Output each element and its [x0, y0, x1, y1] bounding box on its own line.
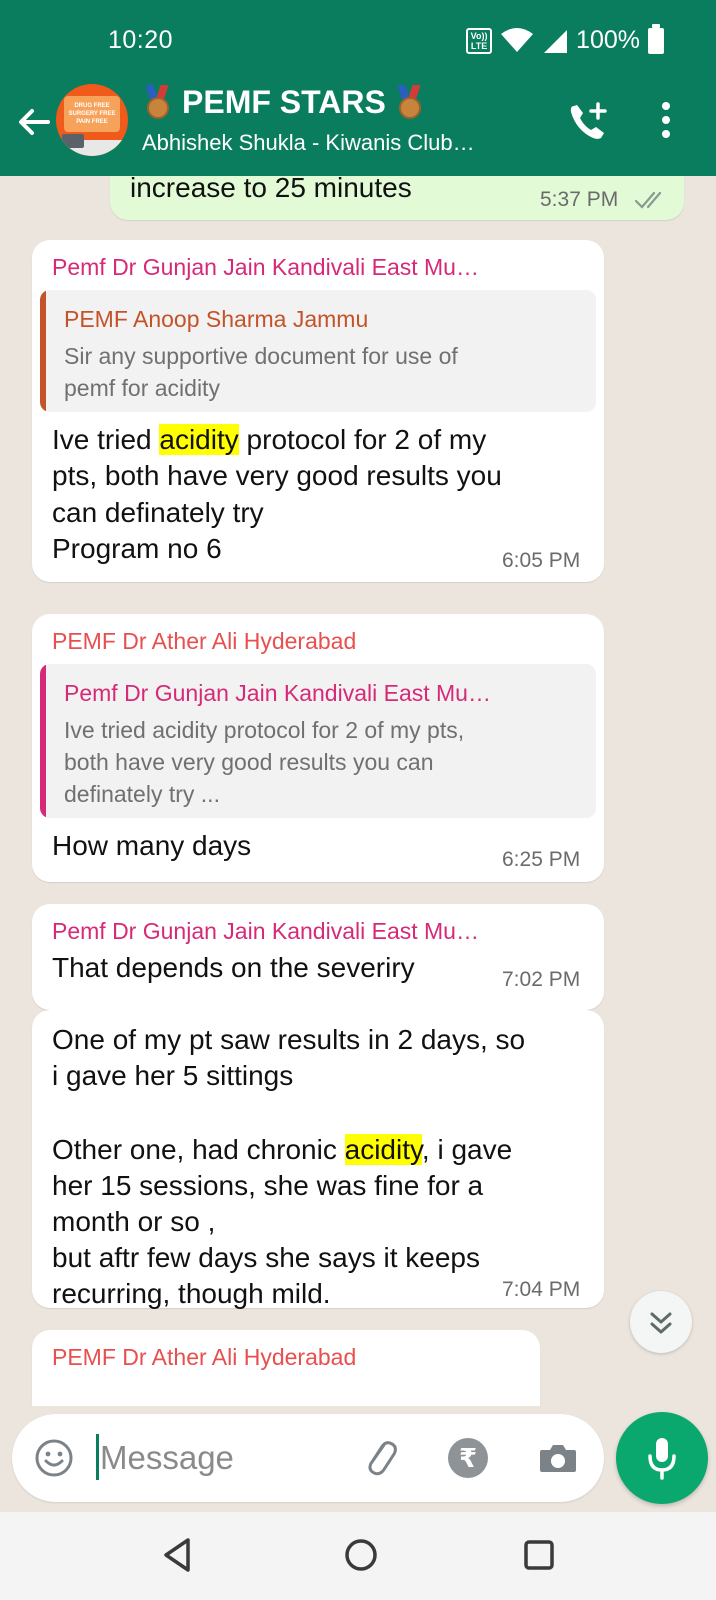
- quoted-sender: PEMF Anoop Sharma Jammu: [64, 306, 369, 332]
- scroll-to-bottom-button[interactable]: [630, 1291, 692, 1353]
- message-text: increase to 25 minutes: [130, 176, 412, 203]
- app-header: 10:20 Vo)) LTE 100% DRUG FREE SURGERY FR…: [0, 0, 716, 176]
- status-bar: 10:20 Vo)) LTE 100%: [0, 0, 716, 86]
- chat-header: DRUG FREE SURGERY FREE PAIN FREE PEMF ST…: [0, 80, 716, 176]
- group-title-text: PEMF STARS: [182, 84, 386, 120]
- quoted-text-line: definately try ...: [64, 781, 220, 807]
- message-bubble-incoming[interactable]: Pemf Dr Gunjan Jain Kandivali East Mu… T…: [32, 904, 604, 1010]
- status-time: 10:20: [108, 26, 174, 54]
- message-text: but aftr few days she says it keeps: [52, 1242, 480, 1273]
- group-avatar[interactable]: DRUG FREE SURGERY FREE PAIN FREE: [56, 84, 128, 156]
- message-text: How many days: [52, 830, 252, 861]
- back-arrow-icon[interactable]: [14, 102, 54, 142]
- emoji-icon[interactable]: [32, 1436, 76, 1480]
- message-text: recurring, though mild.: [52, 1278, 331, 1309]
- nav-back-icon[interactable]: [158, 1534, 200, 1576]
- signal-icon: [544, 29, 568, 53]
- medal-icon: [396, 84, 424, 121]
- text-cursor: [96, 1434, 99, 1480]
- quoted-text-line: Ive tried acidity protocol for 2 of my p…: [64, 717, 465, 743]
- message-time: 7:02 PM: [502, 968, 581, 991]
- status-icons: Vo)) LTE 100%: [466, 23, 664, 55]
- message-text: her 15 sessions, she was fine for a: [52, 1170, 484, 1201]
- paperclip-icon[interactable]: [356, 1434, 404, 1482]
- message-bubble-incoming[interactable]: Pemf Dr Gunjan Jain Kandivali East Mu… P…: [32, 240, 604, 582]
- message-input[interactable]: [100, 1436, 350, 1480]
- sender-name[interactable]: PEMF Dr Ather Ali Hyderabad: [52, 628, 356, 655]
- group-title[interactable]: PEMF STARS: [144, 84, 424, 121]
- camera-icon[interactable]: [536, 1436, 580, 1480]
- message-bubble-incoming[interactable]: PEMF Dr Ather Ali Hyderabad: [32, 1330, 540, 1406]
- group-members[interactable]: Abhishek Shukla - Kiwanis Club…: [142, 130, 475, 156]
- message-time: 6:05 PM: [502, 549, 581, 572]
- device-image: [62, 134, 84, 148]
- quoted-text-line: pemf for acidity: [64, 375, 220, 401]
- message-text: That depends on the severiry: [52, 952, 415, 983]
- voice-record-button[interactable]: [616, 1412, 708, 1504]
- more-options-icon[interactable]: [656, 98, 676, 142]
- message-text: can definately try: [52, 497, 264, 528]
- payment-icon[interactable]: ₹: [448, 1438, 488, 1478]
- quoted-sender: Pemf Dr Gunjan Jain Kandivali East Mu…: [64, 680, 491, 706]
- message-bubble-incoming[interactable]: PEMF Dr Ather Ali Hyderabad Pemf Dr Gunj…: [32, 614, 604, 882]
- microphone-icon: [648, 1438, 676, 1480]
- message-text: Ive tried acidity protocol for 2 of my: [52, 424, 487, 455]
- message-composer: ₹: [12, 1414, 604, 1502]
- battery-icon: [648, 23, 664, 54]
- quoted-message[interactable]: PEMF Anoop Sharma Jammu Sir any supporti…: [40, 290, 596, 412]
- nav-home-icon[interactable]: [340, 1534, 382, 1576]
- sender-name[interactable]: PEMF Dr Ather Ali Hyderabad: [52, 1344, 356, 1371]
- sender-name[interactable]: Pemf Dr Gunjan Jain Kandivali East Mu…: [52, 254, 479, 281]
- chevron-double-down-icon: [650, 1312, 672, 1334]
- quoted-message[interactable]: Pemf Dr Gunjan Jain Kandivali East Mu… I…: [40, 664, 596, 818]
- message-bubble-incoming[interactable]: One of my pt saw results in 2 days, so i…: [32, 1010, 604, 1309]
- message-time: 5:37 PM: [540, 188, 619, 211]
- message-text: month or so ,: [52, 1206, 216, 1237]
- message-text: Other one, had chronic acidity, i gave: [52, 1134, 513, 1165]
- avatar-logo-text: DRUG FREE SURGERY FREE PAIN FREE: [68, 103, 116, 125]
- battery-level: 100%: [576, 26, 640, 54]
- search-highlight: acidity: [344, 1134, 422, 1165]
- volte-icon: Vo)) LTE: [466, 27, 493, 54]
- double-check-icon: [634, 191, 662, 209]
- medal-icon: [144, 84, 172, 121]
- nav-recents-icon[interactable]: [518, 1534, 560, 1576]
- quoted-text-line: Sir any supportive document for use of: [64, 343, 458, 369]
- search-highlight: acidity: [159, 424, 239, 455]
- wifi-icon: [501, 27, 534, 52]
- message-text: One of my pt saw results in 2 days, so: [52, 1024, 526, 1055]
- message-list[interactable]: increase to 25 minutes 5:37 PM Pemf Dr G…: [0, 176, 716, 1406]
- system-navigation-bar: [0, 1512, 716, 1600]
- message-bubble-outgoing[interactable]: increase to 25 minutes 5:37 PM: [110, 176, 684, 220]
- sender-name[interactable]: Pemf Dr Gunjan Jain Kandivali East Mu…: [52, 918, 479, 945]
- add-call-icon[interactable]: [566, 100, 610, 144]
- message-text: i gave her 5 sittings: [52, 1060, 294, 1091]
- message-text: pts, both have very good results you: [52, 460, 502, 491]
- message-time: 7:04 PM: [502, 1278, 581, 1301]
- quoted-text-line: both have very good results you can: [64, 749, 434, 775]
- message-text: Program no 6: [52, 533, 222, 564]
- message-time: 6:25 PM: [502, 848, 581, 871]
